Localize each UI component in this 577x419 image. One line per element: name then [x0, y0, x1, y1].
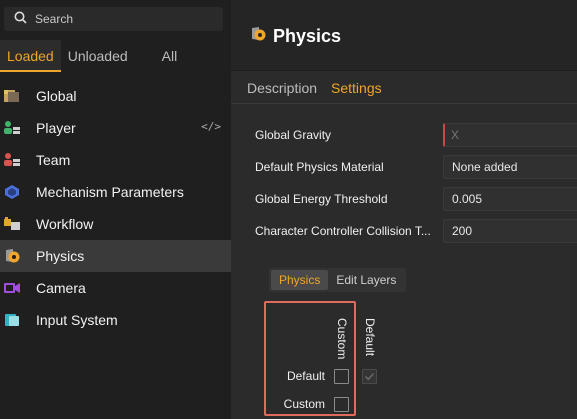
setting-row-character-controller-collision: Character Controller Collision T...: [255, 219, 443, 243]
matrix-column-label: Default: [363, 318, 377, 357]
setting-row-global-gravity: Global Gravity: [255, 123, 443, 147]
sidebar-item-global[interactable]: Global: [0, 80, 231, 112]
sidebar-item-label: Workflow: [36, 216, 94, 232]
search-icon: [14, 11, 27, 27]
camera-icon: [3, 279, 21, 297]
script-code-icon[interactable]: </>: [201, 120, 221, 133]
sidebar-item-player[interactable]: Player </>: [0, 112, 231, 144]
divider: [231, 103, 577, 104]
physics-icon: [249, 26, 267, 47]
sidebar-item-label: Global: [36, 88, 77, 104]
sidebar-item-label: Mechanism Parameters: [36, 184, 184, 200]
setting-label: Global Gravity: [255, 128, 332, 142]
sidebar-item-label: Physics: [36, 248, 85, 264]
sidebar-item-camera[interactable]: Camera: [0, 272, 231, 304]
character-controller-collision-input[interactable]: 200: [443, 219, 577, 243]
sidebar-item-team[interactable]: Team: [0, 144, 231, 176]
layer-tabs: Physics Edit Layers: [269, 268, 407, 292]
page-title: Physics: [249, 26, 341, 47]
tab-physics-layers[interactable]: Physics: [271, 270, 329, 290]
global-energy-threshold-input[interactable]: 0.005: [443, 187, 577, 211]
setting-row-default-physics-material: Default Physics Material: [255, 155, 443, 179]
sidebar: Search Loaded Unloaded All Global Player…: [0, 0, 231, 419]
sidebar-item-workflow[interactable]: Workflow: [0, 208, 231, 240]
panel-header: Physics: [231, 0, 577, 71]
global-icon: [3, 87, 21, 105]
tab-description[interactable]: Description: [247, 80, 317, 96]
panel-tabs: Description Settings: [247, 80, 382, 96]
matrix-column-label: Custom: [335, 318, 349, 360]
setting-row-global-energy-threshold: Global Energy Threshold: [255, 187, 443, 211]
tab-settings[interactable]: Settings: [331, 80, 382, 96]
sidebar-item-label: Camera: [36, 280, 86, 296]
default-physics-material-select[interactable]: None added: [443, 155, 577, 179]
sidebar-item-physics[interactable]: Physics: [0, 240, 231, 272]
load-filter-tabs: Loaded Unloaded All: [0, 40, 184, 72]
team-icon: [3, 151, 21, 169]
setting-label: Global Energy Threshold: [255, 192, 388, 206]
sidebar-item-label: Input System: [36, 312, 118, 328]
mechanism-icon: [3, 183, 21, 201]
sidebar-list: Global Player </> Team Mechanism Paramet…: [0, 80, 231, 336]
tab-edit-layers[interactable]: Edit Layers: [328, 270, 404, 290]
sidebar-item-input-system[interactable]: Input System: [0, 304, 231, 336]
collision-checkbox-default-custom[interactable]: [334, 369, 349, 384]
physics-icon: [3, 247, 21, 265]
global-gravity-x-field[interactable]: X: [443, 123, 577, 147]
matrix-row-label: Custom: [283, 397, 325, 411]
search-placeholder: Search: [35, 12, 74, 26]
input-system-icon: [3, 311, 21, 329]
main-panel: Physics Description Settings Global Grav…: [231, 0, 577, 419]
player-icon: [3, 119, 21, 137]
tab-unloaded[interactable]: Unloaded: [61, 40, 135, 72]
collision-checkbox-default-default[interactable]: [362, 369, 377, 384]
workflow-icon: [3, 215, 21, 233]
setting-label: Default Physics Material: [255, 160, 384, 174]
tab-all[interactable]: All: [155, 40, 185, 72]
sidebar-item-mechanism-parameters[interactable]: Mechanism Parameters: [0, 176, 231, 208]
page-title-text: Physics: [273, 26, 342, 46]
matrix-row-label: Default: [286, 369, 325, 383]
tab-loaded[interactable]: Loaded: [0, 40, 61, 72]
setting-label: Character Controller Collision T...: [255, 224, 431, 238]
search-box[interactable]: Search: [4, 7, 223, 31]
sidebar-item-label: Team: [36, 152, 71, 168]
collision-checkbox-custom-custom[interactable]: [334, 397, 349, 412]
sidebar-item-label: Player: [36, 120, 76, 136]
check-icon: [364, 372, 375, 381]
